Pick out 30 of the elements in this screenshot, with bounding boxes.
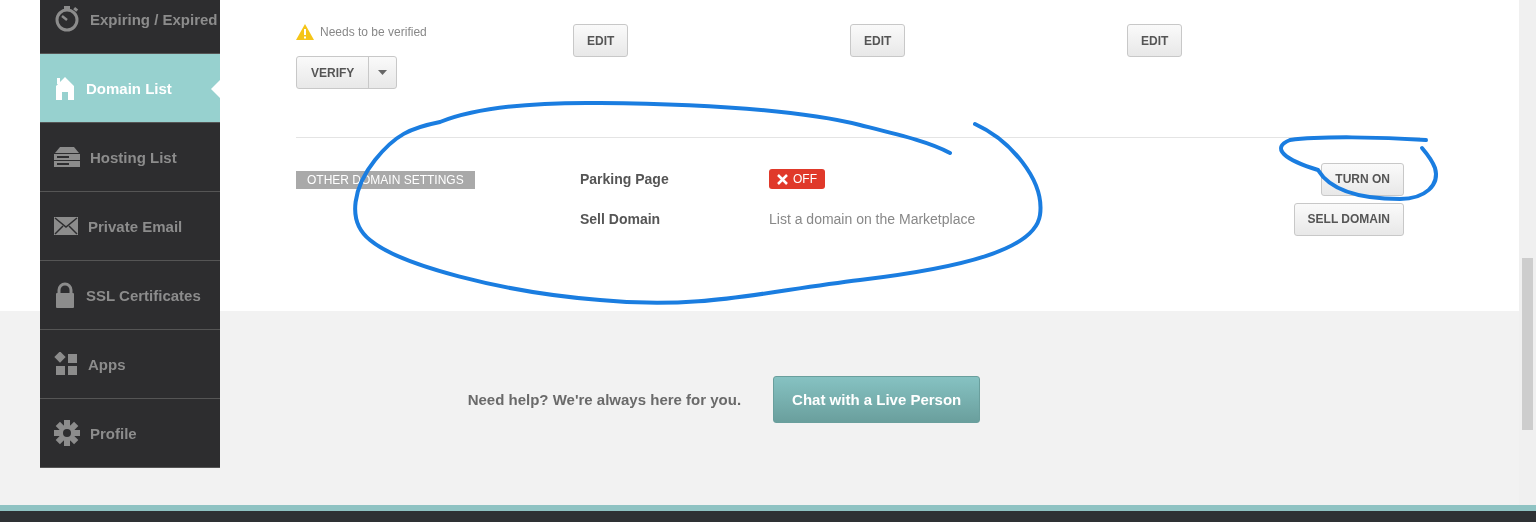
sidebar-item[interactable]: Apps	[40, 330, 220, 399]
edit-button[interactable]: EDIT	[573, 24, 629, 57]
scrollbar-thumb[interactable]	[1522, 258, 1533, 430]
verify-split-button[interactable]: VERIFY	[296, 56, 398, 89]
stopwatch-icon	[54, 5, 80, 33]
server-icon	[54, 147, 80, 167]
sell-domain-button[interactable]: SELL DOMAIN	[1293, 202, 1404, 236]
setting-label: Parking Page	[580, 171, 670, 187]
selection-pointer	[211, 80, 220, 98]
cross-icon	[777, 173, 788, 185]
blocks-icon	[54, 352, 78, 376]
warning-icon	[296, 24, 314, 40]
house-icon	[54, 76, 76, 100]
caret-icon	[378, 70, 388, 75]
envelope-icon	[54, 217, 78, 235]
setting-label: Sell Domain	[580, 211, 662, 227]
padlock-icon	[54, 282, 76, 308]
gear-icon	[54, 420, 80, 446]
chat-button[interactable]: Chat with a Live Person	[773, 375, 981, 423]
help-text: Need help? We're always here for you.	[467, 390, 742, 408]
edit-button[interactable]: EDIT	[1127, 24, 1183, 57]
setting-description: List a domain on the Marketplace	[769, 211, 976, 227]
edit-button[interactable]: EDIT	[850, 24, 906, 57]
status-badge: OFF	[769, 169, 825, 189]
sidebar-item[interactable]: Hosting List	[40, 123, 220, 192]
sidebar-item[interactable]: SSL Certificates	[40, 261, 220, 330]
sidebar-item[interactable]: Private Email	[40, 192, 220, 261]
sidebar-item[interactable]: Profile	[40, 399, 220, 468]
turn-on-button[interactable]: TURN ON	[1321, 162, 1404, 196]
warning-text: Needs to be verified	[320, 25, 427, 39]
